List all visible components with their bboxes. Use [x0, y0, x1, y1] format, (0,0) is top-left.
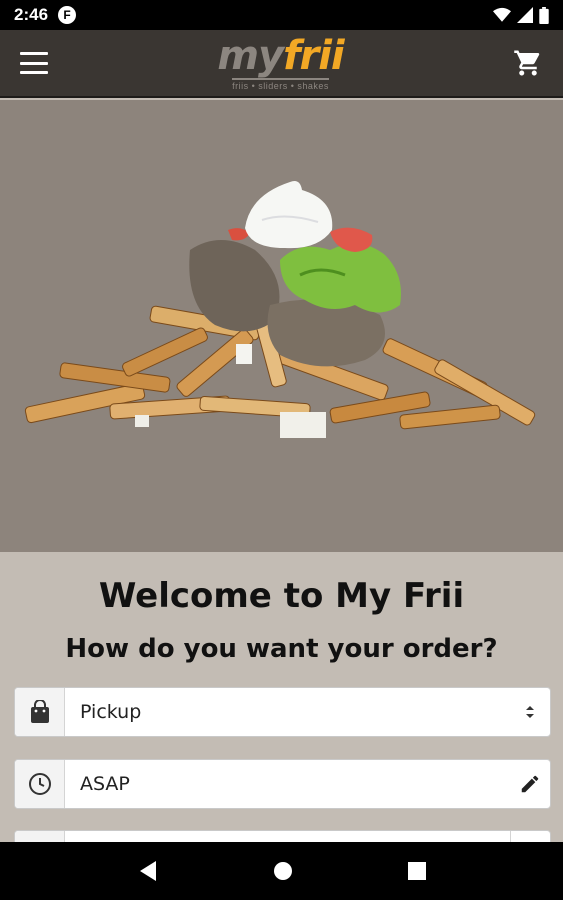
order-type-select[interactable]: Pickup: [14, 687, 551, 737]
fries-illustration: [24, 181, 536, 438]
back-icon[interactable]: [138, 860, 158, 882]
shopping-bag-icon: [15, 688, 65, 736]
shopping-cart-icon[interactable]: [513, 48, 543, 78]
wifi-icon: [493, 7, 511, 22]
welcome-title: Welcome to My Frii: [98, 576, 465, 616]
notification-icon: F: [58, 6, 77, 24]
status-time: 2:46: [14, 5, 49, 24]
chevron-up-down-icon: [510, 688, 550, 736]
recents-icon[interactable]: [407, 862, 426, 880]
order-time-value: ASAP: [80, 773, 130, 795]
edit-pencil-icon[interactable]: [510, 760, 550, 808]
logo-frii: frii: [283, 32, 345, 79]
logo-my: my: [217, 32, 284, 79]
order-time-field[interactable]: ASAP: [14, 759, 551, 809]
order-type-value: Pickup: [80, 701, 142, 723]
hamburger-menu-icon[interactable]: [20, 52, 48, 74]
android-nav-bar: [0, 842, 563, 900]
myfrii-logo: myfrii friis • sliders • shakes: [217, 32, 345, 91]
home-icon[interactable]: [273, 861, 293, 881]
battery-icon: [539, 6, 549, 24]
clock-icon: [15, 760, 65, 808]
app-bar: myfrii friis • sliders • shakes: [0, 30, 563, 98]
cell-signal-icon: [517, 7, 533, 23]
order-question: How do you want your order?: [65, 634, 498, 664]
status-bar: 2:46 F: [0, 0, 563, 30]
hero-food-image: [0, 100, 563, 552]
logo-tagline: friis • sliders • shakes: [232, 77, 329, 91]
